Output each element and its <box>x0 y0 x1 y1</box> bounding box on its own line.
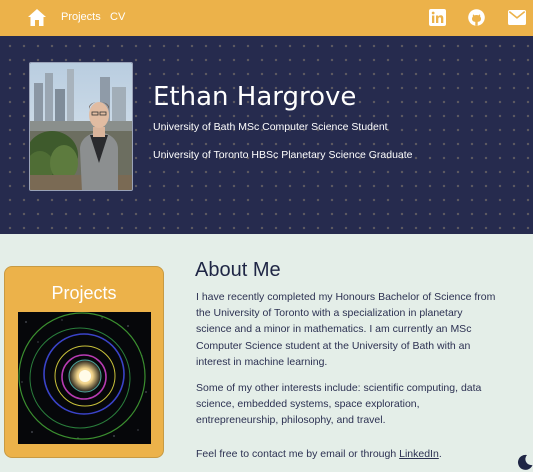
projects-card-image <box>18 312 151 444</box>
github-icon[interactable] <box>468 9 485 26</box>
profile-photo <box>29 62 133 191</box>
about-paragraph-interests: Some of my other interests include: scie… <box>196 382 482 427</box>
moon-icon[interactable] <box>517 454 533 470</box>
nav-link-projects[interactable]: Projects <box>61 11 101 23</box>
projects-card[interactable]: Projects <box>4 266 164 458</box>
about-title: About Me <box>195 259 281 281</box>
projects-card-title: Projects <box>51 283 117 303</box>
about-paragraph-education: I have recently completed my Honours Bac… <box>196 291 496 368</box>
nav-link-cv[interactable]: CV <box>110 11 125 23</box>
about-paragraph-contact: Feel free to contact me by email or thro… <box>196 446 496 462</box>
navbar: Projects CV <box>0 0 533 36</box>
linkedin-icon[interactable] <box>429 9 446 26</box>
hero-banner: Ethan Hargrove University of Bath MSc Co… <box>0 36 533 234</box>
hero-subtitle-bath: University of Bath MSc Computer Science … <box>153 121 388 133</box>
home-icon[interactable] <box>28 9 46 26</box>
contact-text: Feel free to contact me by email or thro… <box>196 448 400 460</box>
hero-name: Ethan Hargrove <box>153 82 357 112</box>
linkedin-link[interactable]: LinkedIn <box>399 448 439 460</box>
contact-suffix: . <box>438 448 442 460</box>
hero-subtitle-toronto: University of Toronto HBSc Planetary Sci… <box>153 149 413 161</box>
email-icon[interactable] <box>508 10 526 25</box>
